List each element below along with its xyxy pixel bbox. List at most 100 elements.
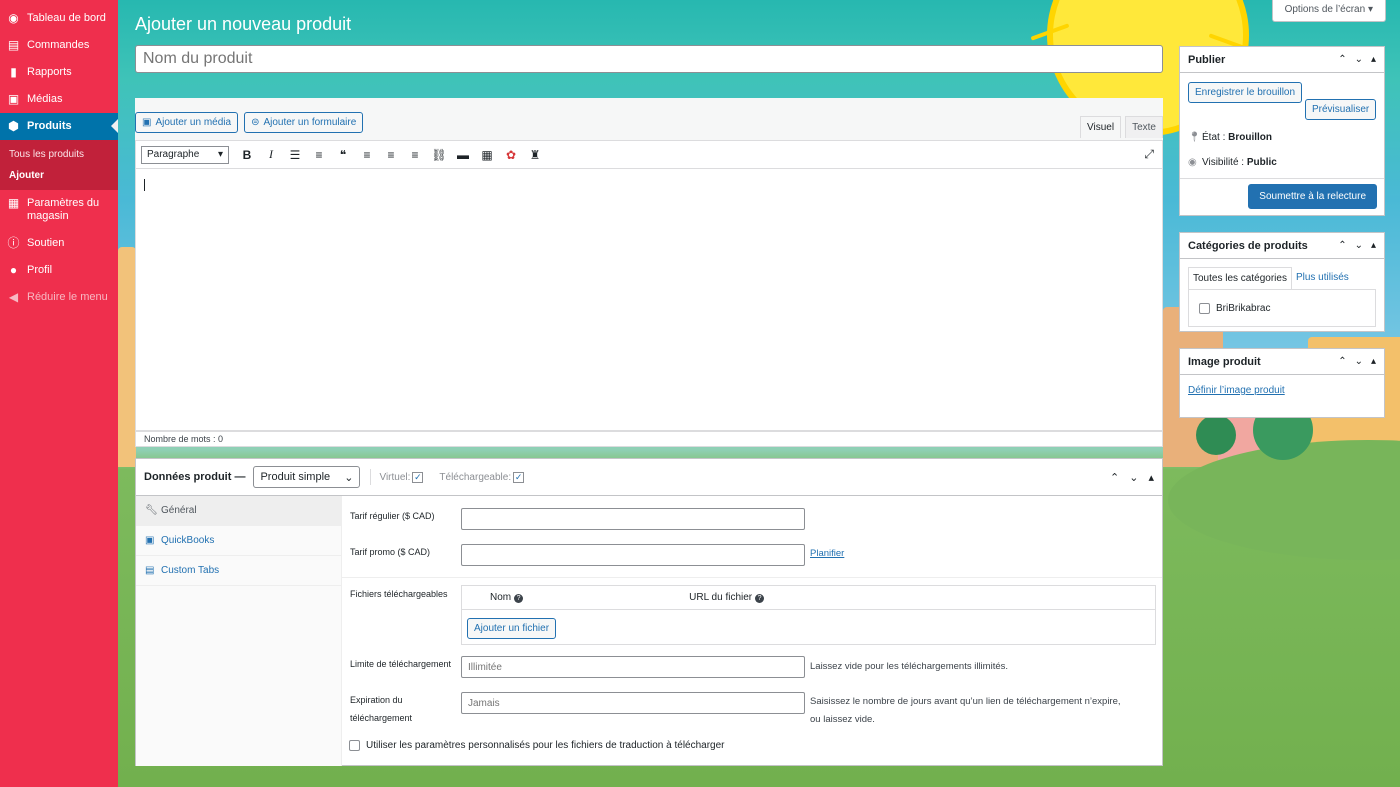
virtual-label: Virtuel: bbox=[379, 471, 411, 483]
publish-box: Publier ⌃ ⌄ ▴ Enregistrer le brouillon Prév… bbox=[1179, 46, 1385, 216]
tab-all-categories[interactable]: Toutes les catégories bbox=[1188, 267, 1292, 289]
save-draft-button[interactable]: Enregistrer le brouillon bbox=[1188, 82, 1303, 103]
align-center-icon[interactable]: ≡ bbox=[379, 144, 403, 166]
bold-icon[interactable]: B bbox=[235, 144, 259, 166]
category-checkbox[interactable] bbox=[1199, 302, 1210, 314]
submenu-item-all-products[interactable]: Tous les produits bbox=[0, 144, 118, 165]
tab-quickbooks[interactable]: ▣ QuickBooks bbox=[136, 526, 341, 556]
download-expiry-input[interactable] bbox=[461, 692, 805, 714]
move-up-icon[interactable]: ⌃ bbox=[1338, 240, 1346, 251]
virtual-checkbox[interactable]: ✓ bbox=[412, 471, 424, 483]
quickbooks-icon: ▣ bbox=[145, 535, 155, 546]
toggle-panel-icon[interactable]: ▴ bbox=[1371, 356, 1376, 367]
category-list: BriBrikabrac bbox=[1188, 289, 1376, 327]
downloadable-checkbox[interactable]: ✓ bbox=[513, 471, 525, 483]
numbered-list-icon[interactable]: ≡ bbox=[307, 144, 331, 166]
move-down-icon[interactable]: ⌄ bbox=[1129, 471, 1138, 484]
fullscreen-icon[interactable]: ⤢ bbox=[1144, 147, 1154, 162]
editor-content-area[interactable] bbox=[135, 169, 1163, 431]
caret-down-icon: ⌄ bbox=[344, 471, 354, 484]
toggle-panel-icon[interactable]: ▴ bbox=[1371, 54, 1376, 65]
chart-bar-icon: ▮ bbox=[10, 65, 17, 79]
schedule-link[interactable]: Planifier bbox=[810, 545, 844, 563]
move-down-icon[interactable]: ⌄ bbox=[1355, 54, 1363, 65]
eye-icon: ◉ bbox=[1188, 156, 1197, 168]
sidebar-item-reports[interactable]: ▮ Rapports bbox=[0, 59, 118, 86]
format-select[interactable]: Paragraphe ▾ bbox=[141, 145, 229, 164]
help-icon[interactable]: ? bbox=[755, 594, 765, 603]
download-limit-input[interactable] bbox=[461, 656, 805, 678]
product-type-select[interactable]: Produit simple ⌄ bbox=[253, 466, 361, 488]
move-up-icon[interactable]: ⌃ bbox=[1338, 54, 1346, 65]
download-expiry-label: Expiration du téléchargement bbox=[350, 695, 413, 723]
product-name-input[interactable] bbox=[135, 45, 1163, 73]
settings-grid-icon: ▦ bbox=[7, 196, 20, 210]
sidebar-item-products[interactable]: ⬢ Produits bbox=[0, 113, 118, 140]
tabs-icon: ▤ bbox=[145, 565, 155, 576]
sidebar-item-profile[interactable]: ● Profil bbox=[0, 257, 118, 284]
toolbar-toggle-icon[interactable]: ▦ bbox=[475, 144, 499, 166]
tab-visual[interactable]: Visuel bbox=[1080, 116, 1122, 138]
sidebar-item-support[interactable]: ⓘ Soutien bbox=[0, 230, 118, 257]
general-fields: Tarif régulier ($ CAD) Tarif promo ($ CA… bbox=[342, 496, 1162, 766]
help-icon[interactable]: ? bbox=[514, 594, 524, 603]
submenu-item-add[interactable]: Ajouter bbox=[0, 165, 118, 186]
tab-general[interactable]: 🔧︎ Général bbox=[136, 496, 341, 526]
align-left-icon[interactable]: ≡ bbox=[355, 144, 379, 166]
sidebar-item-store-settings[interactable]: ▦ Paramètres du magasin bbox=[0, 190, 118, 230]
tab-text[interactable]: Texte bbox=[1125, 116, 1163, 138]
product-data-tabs: 🔧︎ Général ▣ QuickBooks ▤ Custom Tabs bbox=[136, 496, 342, 766]
toggle-panel-icon[interactable]: ▴ bbox=[1371, 240, 1376, 251]
toggle-panel-icon[interactable]: ▴ bbox=[1148, 471, 1154, 484]
collapse-icon: ◀ bbox=[8, 290, 19, 304]
sidebar-item-label: Rapports bbox=[27, 66, 72, 78]
blockquote-icon[interactable]: ❝ bbox=[331, 144, 355, 166]
move-down-icon[interactable]: ⌄ bbox=[1355, 356, 1363, 367]
product-image-box: Image produit ⌃ ⌄ ▴ Définir l’image produit bbox=[1179, 348, 1385, 418]
tab-most-used[interactable]: Plus utilisés bbox=[1292, 267, 1353, 289]
media-icon: ▣ bbox=[7, 92, 20, 106]
download-limit-label: Limite de téléchargement bbox=[350, 659, 452, 669]
column-header-url: URL du fichier? bbox=[689, 592, 765, 603]
tab-custom-tabs[interactable]: ▤ Custom Tabs bbox=[136, 556, 341, 586]
custom-translation-row: Utiliser les paramètres personnalisés po… bbox=[349, 740, 725, 751]
categories-title: Catégories de produits bbox=[1188, 239, 1308, 252]
sidebar-item-orders[interactable]: ▤ Commandes bbox=[0, 32, 118, 59]
regular-price-input[interactable] bbox=[461, 508, 805, 530]
preview-button[interactable]: Prévisualiser bbox=[1305, 99, 1377, 120]
align-right-icon[interactable]: ≡ bbox=[403, 144, 427, 166]
sidebar-item-label: Profil bbox=[27, 264, 53, 276]
custom-translation-checkbox[interactable] bbox=[349, 740, 360, 751]
sidebar-item-label: Tableau de bord bbox=[27, 12, 106, 24]
user-icon: ● bbox=[9, 263, 18, 277]
add-form-button[interactable]: ⊜ Ajouter un formulaire bbox=[244, 112, 364, 133]
move-up-icon[interactable]: ⌃ bbox=[1110, 471, 1119, 484]
plugin-icon[interactable]: ✿ bbox=[499, 144, 523, 166]
link-icon[interactable]: ⛓ bbox=[427, 144, 451, 166]
italic-icon[interactable]: I bbox=[259, 144, 283, 166]
sidebar-item-label: Soutien bbox=[27, 237, 65, 249]
sidebar-item-label: Réduire le menu bbox=[27, 291, 108, 303]
set-product-image-link[interactable]: Définir l’image produit bbox=[1180, 375, 1384, 406]
download-expiry-help: Saisissez le nombre de jours avant qu’un… bbox=[810, 696, 1121, 725]
downloadable-files-label: Fichiers téléchargeables bbox=[350, 589, 448, 599]
add-file-button[interactable]: Ajouter un fichier bbox=[467, 618, 557, 639]
caret-down-icon: ▾ bbox=[217, 149, 223, 160]
sidebar-item-label: Médias bbox=[27, 93, 63, 105]
submit-review-button[interactable]: Soumettre à la relecture bbox=[1248, 184, 1377, 209]
read-more-icon[interactable]: ▬ bbox=[451, 144, 475, 166]
collapse-menu-button[interactable]: ◀ Réduire le menu bbox=[0, 284, 118, 311]
caret-down-icon: ▾ bbox=[1367, 4, 1373, 15]
sidebar-item-label: Paramètres du magasin bbox=[27, 197, 100, 222]
bullet-list-icon[interactable]: ☰ bbox=[283, 144, 307, 166]
product-image-title: Image produit bbox=[1188, 355, 1261, 368]
admin-sidebar: ◉ Tableau de bord ▤ Commandes ▮ Rapports ▣ M… bbox=[0, 0, 118, 787]
sidebar-item-dashboard[interactable]: ◉ Tableau de bord bbox=[0, 5, 118, 32]
move-down-icon[interactable]: ⌄ bbox=[1355, 240, 1363, 251]
add-media-button[interactable]: ▣ Ajouter un média bbox=[135, 112, 239, 133]
sidebar-item-media[interactable]: ▣ Médias bbox=[0, 86, 118, 113]
screen-options-button[interactable]: Options de l’écran ▾ bbox=[1271, 0, 1386, 22]
move-up-icon[interactable]: ⌃ bbox=[1338, 356, 1346, 367]
sale-price-input[interactable] bbox=[461, 544, 805, 566]
spy-icon[interactable]: ♜ bbox=[523, 144, 547, 166]
